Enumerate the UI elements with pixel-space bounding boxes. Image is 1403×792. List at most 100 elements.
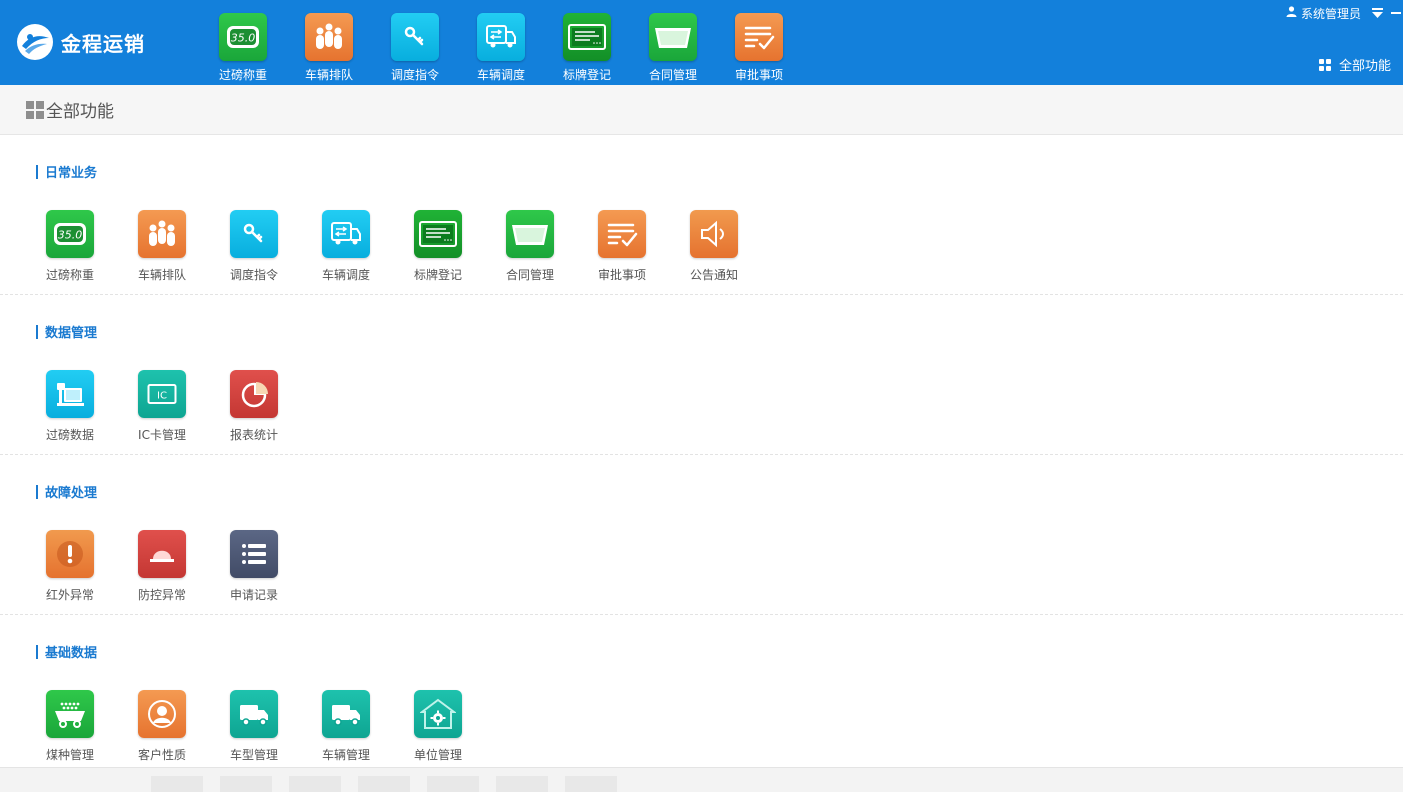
key-icon [391, 13, 439, 61]
license-board-icon [563, 13, 611, 61]
topnav-item[interactable]: 车辆排队 [286, 13, 372, 83]
function-item[interactable]: 公告通知 [668, 210, 760, 283]
function-item[interactable]: 车辆调度 [300, 210, 392, 283]
folder-tray-icon [506, 210, 554, 258]
function-item[interactable]: 申请记录 [208, 530, 300, 603]
user-dropdown-icon[interactable] [1371, 7, 1383, 19]
bottom-placeholder [427, 776, 479, 792]
function-item-label: 防控异常 [137, 588, 186, 602]
key-icon [230, 210, 278, 258]
function-item[interactable]: 车型管理 [208, 690, 300, 763]
topnav-item-label: 车辆排队 [304, 68, 353, 82]
checklist-icon [598, 210, 646, 258]
section-data-management: 数据管理 过磅数据 IC IC卡管理 报表统计 [0, 295, 1403, 455]
topnav-item[interactable]: 35.0 过磅称重 [200, 13, 286, 83]
queue-people-icon [138, 210, 186, 258]
function-item[interactable]: 标牌登记 [392, 210, 484, 283]
bottom-placeholder [220, 776, 272, 792]
brand-name: 金程运销 [61, 31, 145, 56]
topnav-item-label: 过磅称重 [218, 68, 267, 82]
function-item-label: 调度指令 [229, 268, 278, 282]
function-item-label: 车辆调度 [321, 268, 370, 282]
coal-cart-icon [46, 690, 94, 738]
function-item-label: 标牌登记 [413, 268, 462, 282]
function-item[interactable]: 过磅数据 [24, 370, 116, 443]
checklist-icon [735, 13, 783, 61]
section-items: 红外异常 防控异常 申请记录 [24, 530, 300, 603]
scale-display-value: 35.0 [58, 229, 83, 242]
section-title: 日常业务 [36, 162, 97, 181]
scale-display-value: 35.0 [231, 32, 256, 45]
function-item-label: 过磅称重 [45, 268, 94, 282]
customer-icon [138, 690, 186, 738]
function-item-label: 红外异常 [45, 588, 94, 602]
truck-transfer-icon [322, 210, 370, 258]
topnav-item[interactable]: 车辆调度 [458, 13, 544, 83]
function-item-label: 车辆管理 [321, 748, 370, 762]
grid-icon [26, 100, 44, 119]
queue-people-icon [305, 13, 353, 61]
section-items: 35.0 过磅称重 车辆排队 调度指令 车辆调度 标牌登记 合同管理 审批事项 公告通知 [24, 210, 760, 283]
folder-tray-icon [649, 13, 697, 61]
function-item[interactable]: 防控异常 [116, 530, 208, 603]
function-item-label: 客户性质 [137, 748, 186, 762]
function-item-label: 合同管理 [505, 268, 554, 282]
ic-card-icon: IC [138, 370, 186, 418]
function-item-label: 公告通知 [689, 268, 738, 282]
all-functions-label: 全部功能 [1338, 59, 1391, 74]
function-item-label: 车型管理 [229, 748, 278, 762]
scale-display-icon: 35.0 [46, 210, 94, 258]
topnav-item-label: 调度指令 [390, 68, 439, 82]
function-item-label: 煤种管理 [45, 748, 94, 762]
function-item-label: 车辆排队 [137, 268, 186, 282]
function-item[interactable]: 红外异常 [24, 530, 116, 603]
topnav-item[interactable]: 标牌登记 [544, 13, 630, 83]
list-icon [230, 530, 278, 578]
bottom-placeholder [151, 776, 203, 792]
function-item[interactable]: 客户性质 [116, 690, 208, 763]
function-item[interactable]: 报表统计 [208, 370, 300, 443]
function-item-label: 过磅数据 [45, 428, 94, 442]
logo: 金程运销 [17, 24, 145, 60]
function-item[interactable]: 审批事项 [576, 210, 668, 283]
truck-icon [230, 690, 278, 738]
bottom-bar [0, 767, 1403, 792]
top-nav: 35.0 过磅称重 车辆排队 调度指令 车辆调度 标牌登记 合同管理 审批事项 [200, 13, 802, 83]
topnav-item-label: 标牌登记 [562, 68, 611, 82]
function-item[interactable]: 35.0 过磅称重 [24, 210, 116, 283]
section-daily-business: 日常业务 35.0 过磅称重 车辆排队 调度指令 车辆调度 标牌登记 合同管理 审批事项 公告通… [0, 135, 1403, 295]
topnav-item[interactable]: 审批事项 [716, 13, 802, 83]
function-item[interactable]: 车辆排队 [116, 210, 208, 283]
weigh-data-icon [46, 370, 94, 418]
page-title: 全部功能 [46, 102, 114, 122]
function-item[interactable]: IC IC卡管理 [116, 370, 208, 443]
all-functions-button[interactable]: 全部功能 [1318, 55, 1391, 74]
license-board-icon [414, 210, 462, 258]
function-item[interactable]: 煤种管理 [24, 690, 116, 763]
section-basic-data: 基础数据 煤种管理 客户性质 车型管理 车辆管理 单位管理 [0, 615, 1403, 775]
function-item[interactable]: 合同管理 [484, 210, 576, 283]
alarm-light-icon [138, 530, 186, 578]
function-item-label: 报表统计 [229, 428, 278, 442]
house-gear-icon [414, 690, 462, 738]
page-header: 全部功能 [0, 85, 1403, 135]
topnav-item-label: 合同管理 [648, 68, 697, 82]
scale-display-icon: 35.0 [219, 13, 267, 61]
speaker-icon [690, 210, 738, 258]
user-name[interactable]: 系统管理员 [1301, 5, 1361, 22]
topnav-item[interactable]: 调度指令 [372, 13, 458, 83]
function-item[interactable]: 车辆管理 [300, 690, 392, 763]
svg-text:IC: IC [157, 391, 167, 402]
top-bar: 金程运销 35.0 过磅称重 车辆排队 调度指令 车辆调度 标牌登记 合同管理 审批事项 系统… [0, 0, 1403, 85]
bottom-placeholder [565, 776, 617, 792]
section-title: 故障处理 [36, 482, 97, 501]
function-item[interactable]: 单位管理 [392, 690, 484, 763]
minimize-icon[interactable] [1391, 7, 1401, 19]
function-item[interactable]: 调度指令 [208, 210, 300, 283]
topnav-item[interactable]: 合同管理 [630, 13, 716, 83]
user-icon [1286, 6, 1297, 20]
pie-chart-icon [230, 370, 278, 418]
function-item-label: 单位管理 [413, 748, 462, 762]
section-title: 数据管理 [36, 322, 97, 341]
section-items: 过磅数据 IC IC卡管理 报表统计 [24, 370, 300, 443]
